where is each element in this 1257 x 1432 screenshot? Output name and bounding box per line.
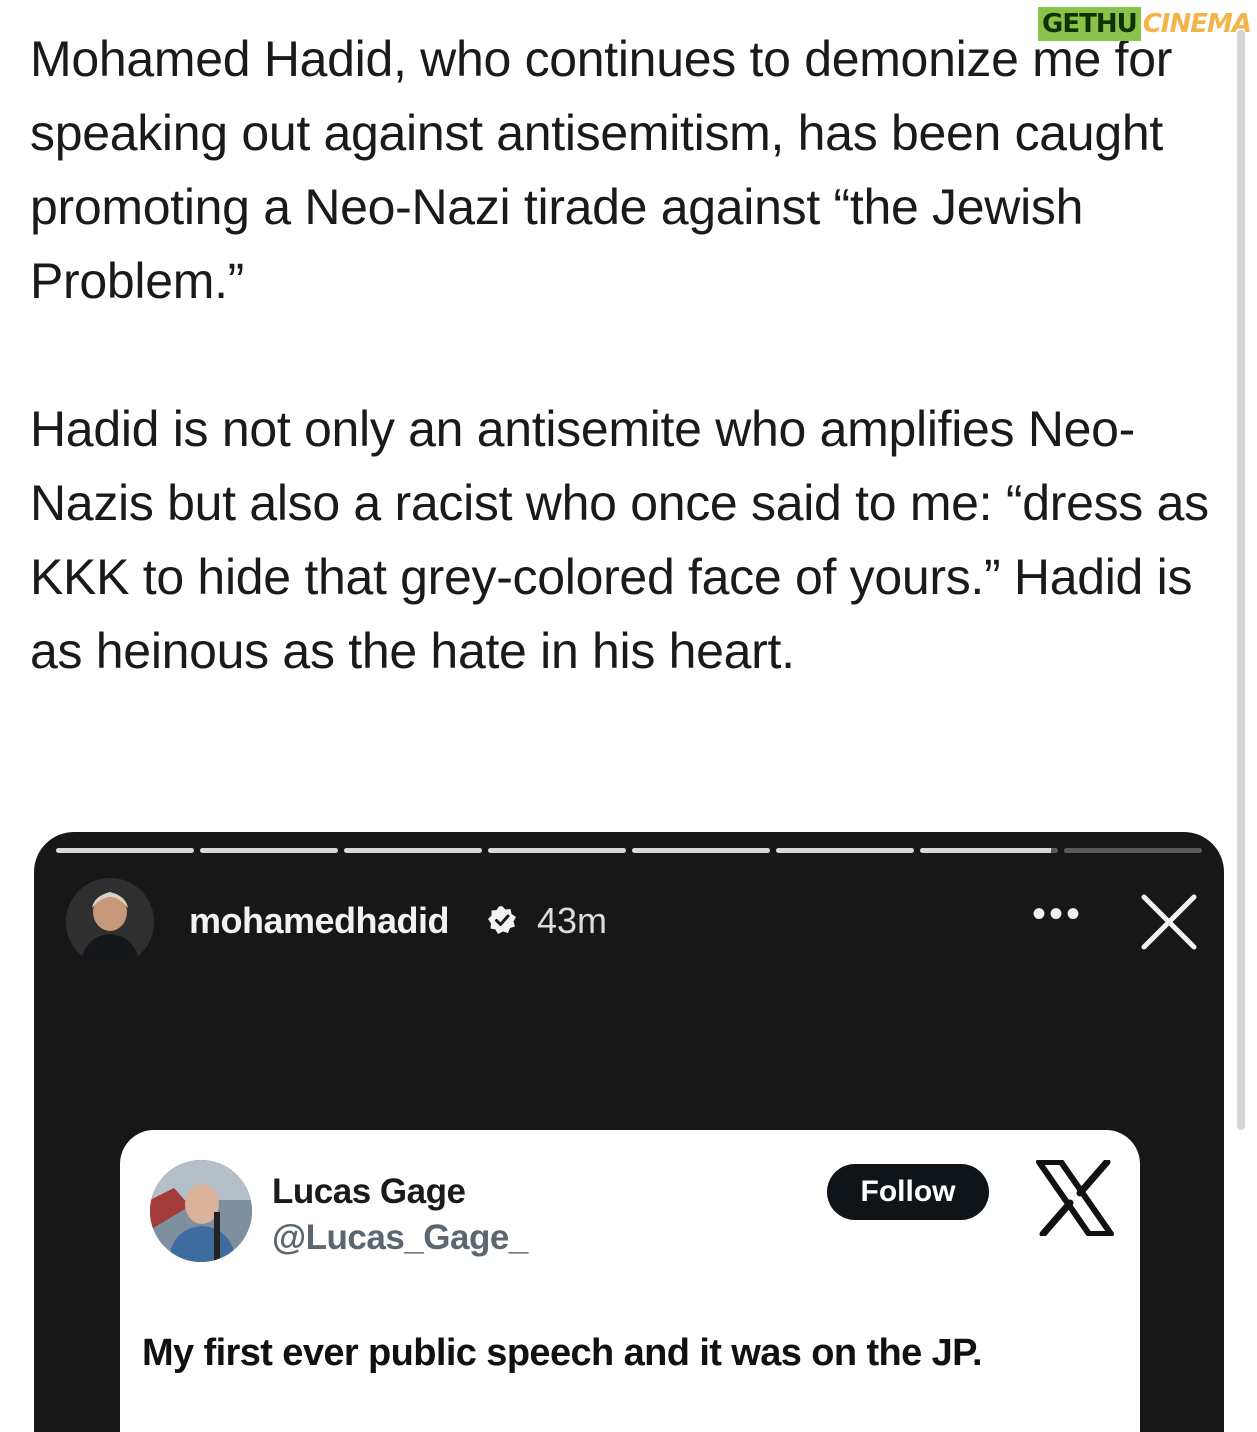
progress-segment-fill	[344, 848, 482, 853]
avatar-image	[66, 878, 154, 966]
watermark-part-2: CINEMA	[1142, 9, 1252, 39]
progress-segment	[488, 848, 626, 853]
progress-segment	[1064, 848, 1202, 853]
post-paragraph-1: Mohamed Hadid, who continues to demonize…	[30, 31, 1173, 309]
post-paragraph-2: Hadid is not only an antisemite who ampl…	[30, 401, 1209, 679]
close-icon[interactable]	[1139, 892, 1199, 952]
progress-segment	[632, 848, 770, 853]
tweet-text: My first ever public speech and it was o…	[142, 1332, 983, 1374]
x-logo-icon	[1036, 1160, 1114, 1236]
story-username[interactable]: mohamedhadid	[189, 900, 450, 942]
watermark-part-1: GETHU	[1038, 7, 1141, 41]
tweet-handle[interactable]: @Lucas_Gage_	[272, 1218, 528, 1258]
more-options-icon[interactable]: •••	[1032, 894, 1083, 934]
progress-segment-fill	[488, 848, 626, 853]
progress-segment-fill	[776, 848, 914, 853]
progress-segment-fill	[200, 848, 338, 853]
progress-segment-fill	[56, 848, 194, 853]
progress-segment-fill	[632, 848, 770, 853]
tweet-avatar[interactable]	[150, 1160, 252, 1262]
progress-segment	[920, 848, 1058, 853]
story-screenshot: mohamedhadid 43m ••• Lucas Gage @Lucas_G…	[34, 832, 1224, 1432]
verified-badge-icon	[488, 906, 516, 934]
progress-segment	[776, 848, 914, 853]
progress-segment	[56, 848, 194, 853]
progress-segment-fill	[920, 848, 1052, 853]
scrollbar[interactable]	[1237, 30, 1245, 1130]
tweet-display-name[interactable]: Lucas Gage	[272, 1172, 466, 1212]
story-avatar[interactable]	[66, 878, 154, 966]
progress-segment	[200, 848, 338, 853]
embedded-tweet-card: Lucas Gage @Lucas_Gage_ Follow My first …	[120, 1130, 1140, 1432]
story-progress-bar	[56, 848, 1202, 853]
progress-segment	[344, 848, 482, 853]
watermark: GETHU CINEMA	[1038, 0, 1252, 48]
tweet-avatar-image	[150, 1160, 252, 1262]
post-body: Mohamed Hadid, who continues to demonize…	[30, 22, 1215, 688]
story-time: 43m	[537, 900, 608, 941]
follow-button[interactable]: Follow	[827, 1164, 989, 1220]
